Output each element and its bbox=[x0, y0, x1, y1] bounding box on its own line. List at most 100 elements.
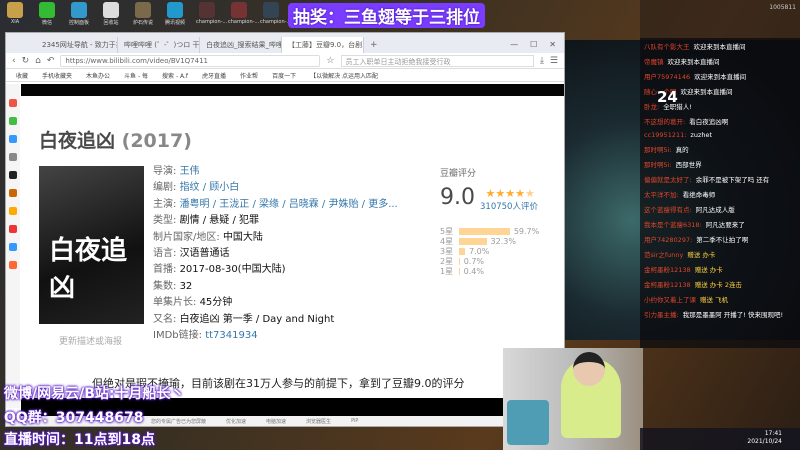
chat-user[interactable]: 金柯墨粉12138 bbox=[644, 266, 691, 274]
desktop-icon[interactable]: 炉石传说 bbox=[132, 2, 154, 26]
star-icon[interactable]: ☆ bbox=[326, 56, 334, 66]
sidebar-icon[interactable] bbox=[9, 135, 17, 143]
chat-message: 金柯墨粉12138 赠送 办卡 bbox=[644, 264, 796, 274]
rating-percent: 7.0% bbox=[469, 246, 490, 256]
info-link[interactable]: 潘粤明 / 王泷正 / 梁缘 / 吕晓霖 / 尹姝贻 / 更多... bbox=[180, 199, 398, 210]
chat-user[interactable]: 不这想的葛开: bbox=[644, 118, 685, 126]
info-key: 语言: bbox=[153, 248, 177, 260]
chat-text: zuzhet bbox=[690, 131, 713, 139]
bookmark[interactable]: 手机收藏夹 bbox=[42, 71, 72, 80]
url-input[interactable]: https://www.bilibili.com/video/BV1Q7411 bbox=[60, 54, 321, 67]
lottery-banner: 抽奖：三鱼翅等于三排位 bbox=[288, 3, 485, 28]
maximize-icon[interactable]: ☐ bbox=[530, 40, 537, 49]
desktop-icon[interactable]: 回收站 bbox=[100, 2, 122, 26]
home-icon[interactable]: ⌂ bbox=[35, 56, 41, 66]
chat-user[interactable]: 这个蓝瘦得有点: bbox=[644, 206, 692, 214]
minimize-icon[interactable]: — bbox=[510, 40, 518, 49]
bookmark[interactable]: 虎牙直播 bbox=[202, 71, 226, 80]
sidebar-icon[interactable] bbox=[9, 171, 17, 179]
info-key: 主演: bbox=[153, 198, 177, 210]
chat-user[interactable]: 那时啊5i: bbox=[644, 161, 672, 169]
status-item[interactable]: PiP bbox=[351, 418, 358, 424]
bookmark[interactable]: 【以微解决 点运用入匹配 bbox=[310, 71, 378, 80]
rating-percent: 59.7% bbox=[513, 226, 540, 236]
desktop-icon[interactable]: champion-... bbox=[260, 2, 291, 26]
chat-message: 那时啊5i: 真的 bbox=[644, 144, 796, 154]
desktop-icon[interactable]: 微信 bbox=[36, 2, 58, 26]
sidebar-icon[interactable] bbox=[9, 117, 17, 125]
update-poster-link[interactable]: 更新描述或海报 bbox=[59, 334, 122, 347]
bookmark[interactable]: 作业帮 bbox=[240, 71, 258, 80]
chat-message: 我本是个蓝瘦6318: 阿凡达要来了 bbox=[644, 219, 796, 229]
info-key: 类型: bbox=[153, 215, 177, 227]
chat-text: 看白夜追凶啊 bbox=[689, 118, 729, 126]
status-item[interactable]: 优化加速 bbox=[226, 418, 246, 425]
sidebar-icon[interactable] bbox=[9, 189, 17, 197]
rating-row: 2星 0.7% bbox=[440, 256, 560, 266]
chat-message: 太平洋不加: 看绝命毒师 bbox=[644, 189, 796, 199]
chat-user[interactable]: 八队有个影大王 bbox=[644, 43, 690, 51]
chat-user[interactable]: 那时啊5i: bbox=[644, 146, 672, 154]
desktop-icon[interactable]: champion-... bbox=[228, 2, 259, 26]
video-letterbox-top bbox=[21, 84, 564, 96]
bookmark[interactable]: 百度一下 bbox=[272, 71, 296, 80]
tab[interactable]: 2345网址导航 - 致力于打造百... bbox=[36, 37, 118, 53]
bookmark[interactable]: 斗鱼 - 每 bbox=[124, 71, 148, 80]
chat-message: 小约你又着上了课 赠送 飞机 bbox=[644, 294, 796, 304]
chat-user[interactable]: 引力墨主播: bbox=[644, 311, 679, 319]
chat-user[interactable]: 金柯墨粉12138 bbox=[644, 281, 691, 289]
sidebar-icon[interactable] bbox=[9, 207, 17, 215]
tab[interactable]: 白夜追凶_搜索结果_哔哩哔... bbox=[200, 37, 282, 53]
desktop-icon[interactable]: 腾讯视频 bbox=[164, 2, 186, 26]
chat-user[interactable]: 用户74280297: bbox=[644, 236, 692, 244]
sidebar-icon[interactable] bbox=[9, 261, 17, 269]
info-link[interactable]: 王伟 bbox=[180, 166, 200, 177]
info-link[interactable]: 指纹 / 顾小白 bbox=[180, 182, 240, 193]
status-item[interactable]: 浏览器医生 bbox=[306, 418, 331, 425]
info-row: 语言: 汉语普通话 bbox=[153, 246, 398, 262]
new-tab-icon[interactable]: + bbox=[364, 40, 384, 53]
chat-user[interactable]: cc19951211: bbox=[644, 131, 686, 139]
download-icon[interactable]: ⤓ bbox=[540, 56, 544, 66]
bookmark[interactable]: 搜索 - A.f bbox=[162, 71, 188, 80]
chat-user[interactable]: 帝魔镇 bbox=[644, 58, 664, 66]
status-item[interactable]: 电脑加速 bbox=[266, 418, 286, 425]
rating-score: 9.0 bbox=[440, 185, 475, 210]
info-link[interactable]: tt7341934 bbox=[205, 330, 257, 341]
chat-user[interactable]: 范sir之funny bbox=[644, 251, 683, 259]
search-input[interactable]: 员工入职单日主动拒绝我接受行政 bbox=[340, 54, 534, 67]
chat-user[interactable]: 我本是个蓝瘦6318: bbox=[644, 221, 702, 229]
desktop-icon[interactable]: champion-... bbox=[196, 2, 227, 26]
rating-bar bbox=[459, 267, 460, 275]
bookmark[interactable]: 收藏 bbox=[16, 71, 28, 80]
chat-user[interactable]: 太平洋不加: bbox=[644, 191, 679, 199]
tab[interactable]: 哔哩哔哩 (゜-゜)つロ 干杯~ bbox=[118, 37, 200, 53]
chat-gift: 赠送 办卡 bbox=[694, 266, 723, 274]
chat-user[interactable]: 用户759741​46 bbox=[644, 73, 690, 81]
rating-row: 5星 59.7% bbox=[440, 226, 560, 236]
refresh-icon[interactable]: ↻ bbox=[22, 56, 30, 66]
clock-time[interactable]: 17:41 bbox=[640, 430, 782, 438]
status-item[interactable]: 您的专属广告已为您屏蔽 bbox=[151, 418, 206, 425]
menu-icon[interactable]: ☰ bbox=[550, 56, 558, 66]
bookmark[interactable]: 木鱼办公 bbox=[86, 71, 110, 80]
overlay-social: 微博/网易云/B站:十月船长丶 bbox=[4, 386, 185, 402]
chat-user[interactable]: 小约你又着上了课 bbox=[644, 296, 696, 304]
sidebar-icon[interactable] bbox=[9, 153, 17, 161]
desktop-icon[interactable]: XIA bbox=[4, 2, 26, 26]
undo-icon[interactable]: ↶ bbox=[47, 56, 55, 66]
info-key: 又名: bbox=[153, 313, 177, 325]
rating-votes[interactable]: 310750人评价 bbox=[480, 200, 560, 212]
chat-message: 范sir之funny 赠送 办卡 bbox=[644, 249, 796, 259]
back-icon[interactable]: ‹ bbox=[12, 56, 16, 66]
sidebar-icon[interactable] bbox=[9, 243, 17, 251]
desktop-icon[interactable]: 控制面板 bbox=[68, 2, 90, 26]
sidebar-icon[interactable] bbox=[9, 225, 17, 233]
desktop-icon-label: 腾讯视频 bbox=[164, 20, 185, 26]
clock-date[interactable]: 2021/10/24 bbox=[640, 438, 782, 446]
sidebar-icon[interactable] bbox=[9, 99, 17, 107]
tab-active[interactable]: 【工藤】豆瓣9.0，台剧... bbox=[282, 37, 364, 53]
chat-user[interactable]: 偏偏就是太好了: bbox=[644, 176, 692, 184]
close-icon[interactable]: ✕ bbox=[549, 40, 556, 49]
chat-message: 用户759741​46 欢迎来到本直播间 bbox=[644, 71, 796, 81]
